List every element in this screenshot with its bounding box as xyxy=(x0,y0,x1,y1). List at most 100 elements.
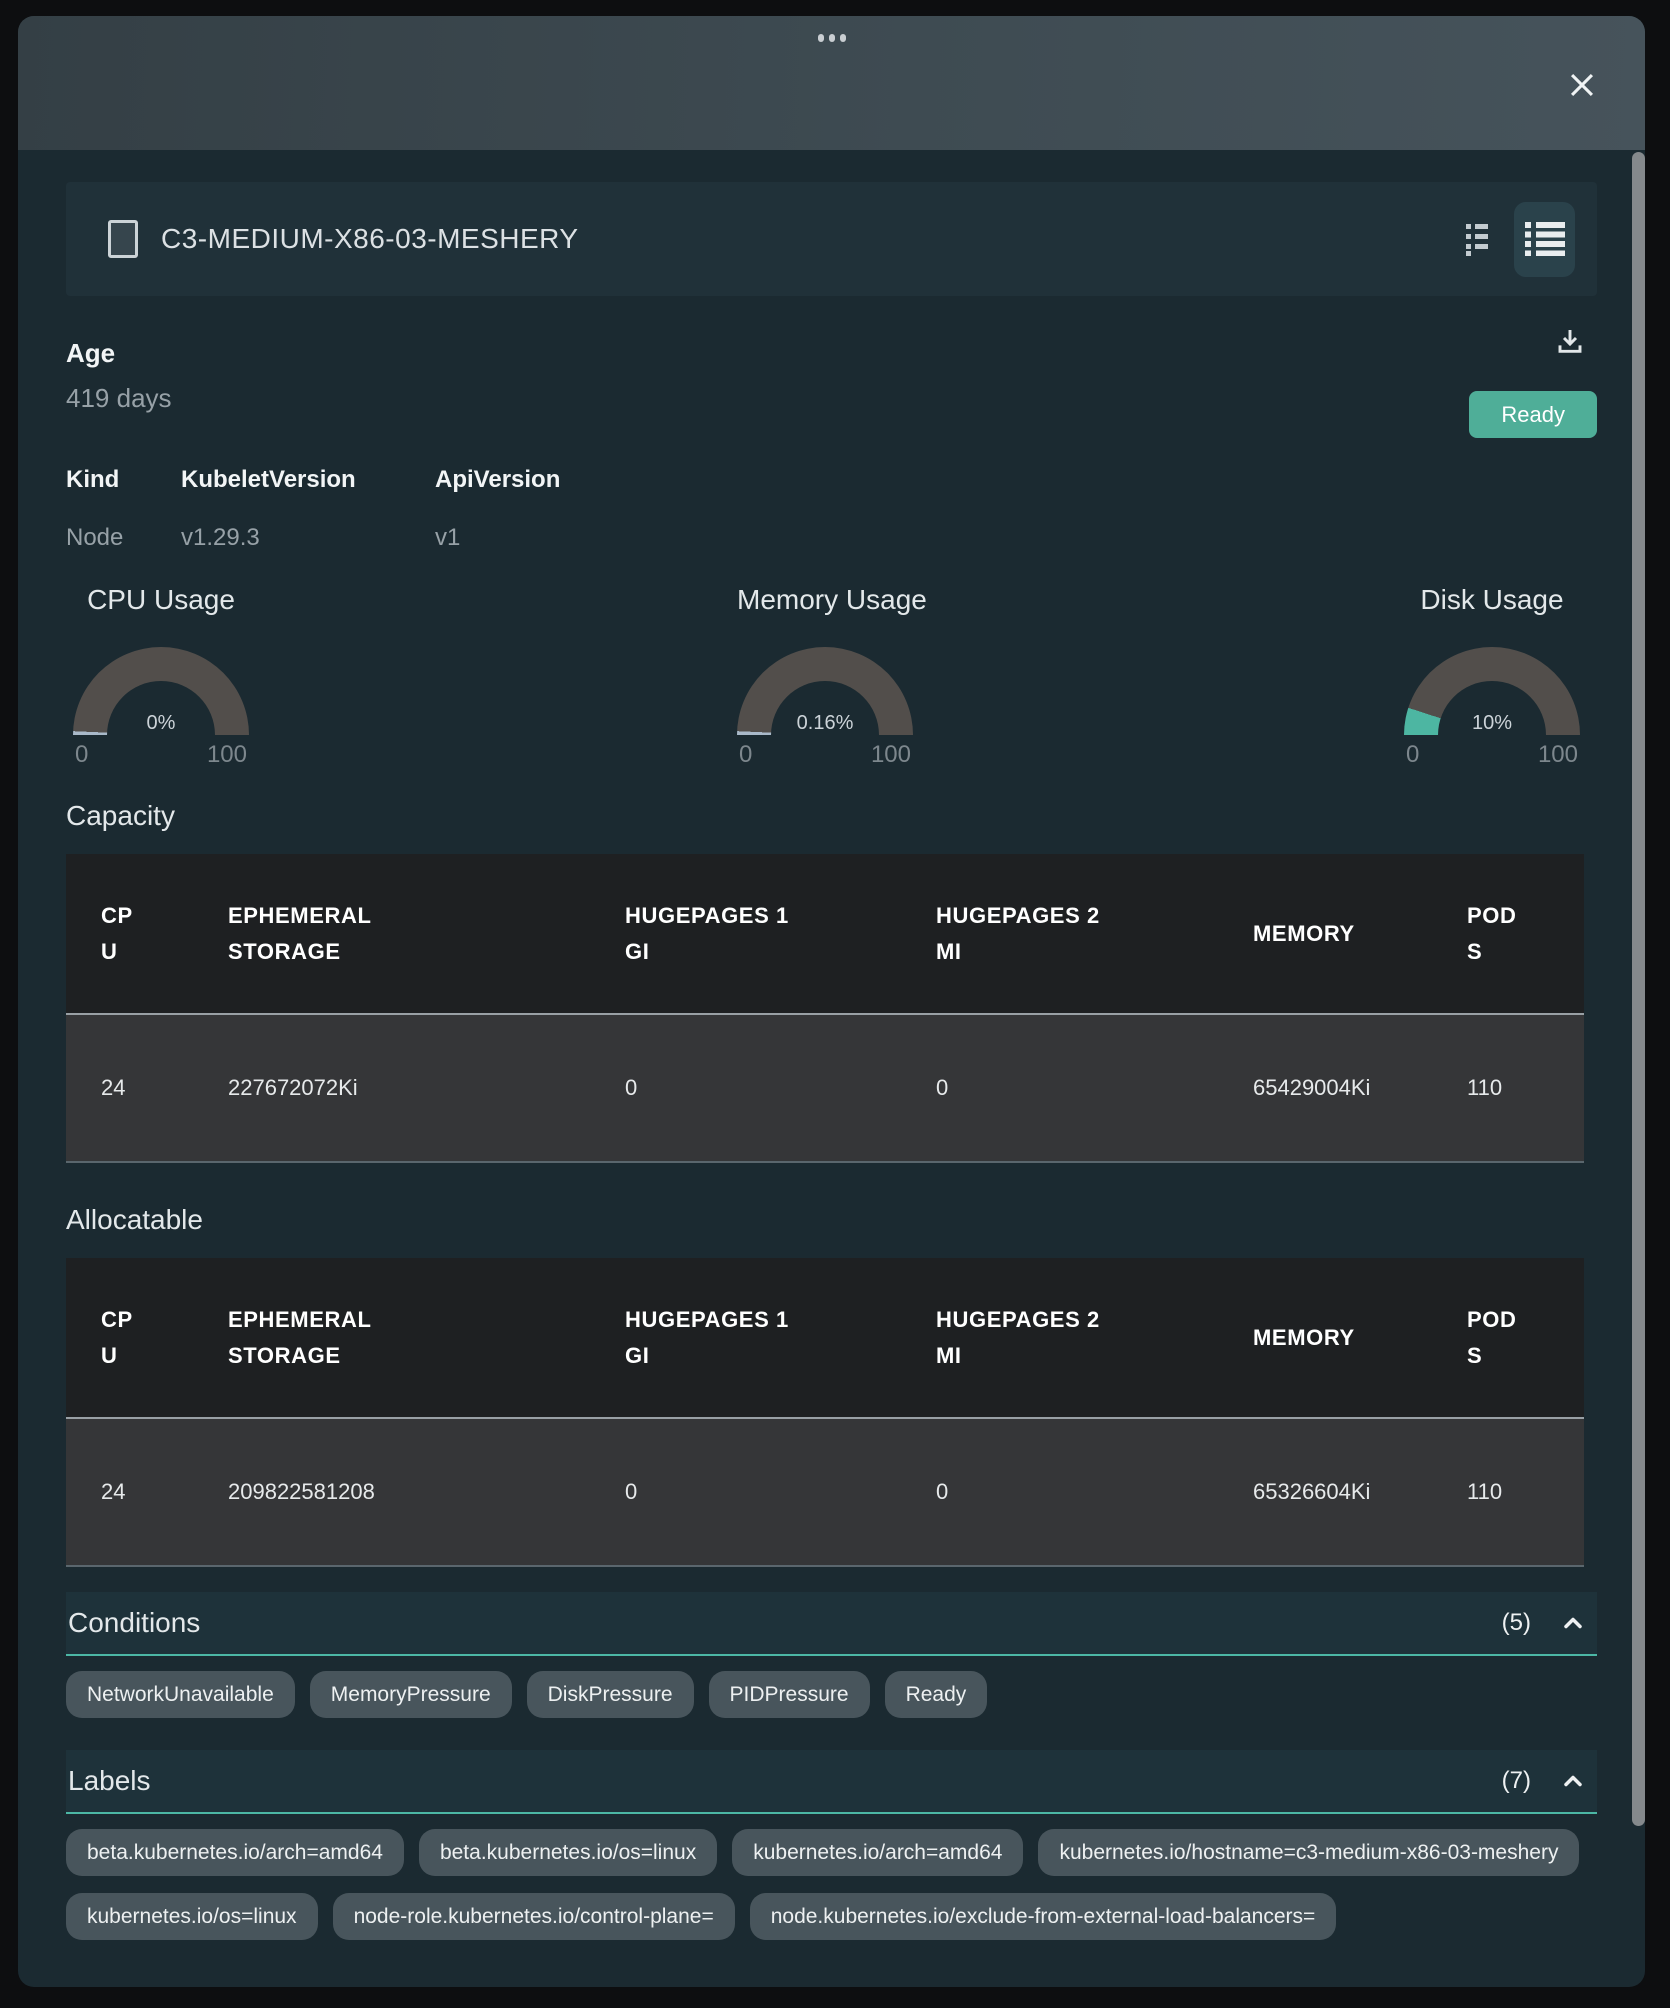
gauge-arc-chart: 0% xyxy=(73,647,249,735)
column-header: HUGEPAGES 2 MI xyxy=(901,854,1218,1014)
table-cell: 24 xyxy=(66,1014,176,1162)
column-header: PODS xyxy=(1431,854,1584,1014)
gauge: CPU Usage 0% 0 100 xyxy=(73,585,249,769)
meta-field-value: v1 xyxy=(435,524,560,552)
table-cell: 110 xyxy=(1431,1418,1584,1566)
table-cell: 0 xyxy=(591,1418,901,1566)
close-icon xyxy=(1565,68,1599,102)
label-chip[interactable]: beta.kubernetes.io/arch=amd64 xyxy=(66,1829,404,1876)
conditions-title: Conditions xyxy=(68,1607,200,1639)
table-cell: 209822581208 xyxy=(176,1418,591,1566)
condensed-view-button[interactable] xyxy=(1466,222,1490,256)
close-button[interactable] xyxy=(1565,68,1599,102)
capacity-header-row: CPUEPHEMERAL STORAGEHUGEPAGES 1 GIHUGEPA… xyxy=(66,854,1584,1014)
column-header: EPHEMERAL STORAGE xyxy=(176,1258,591,1418)
meta-field: KubeletVersion v1.29.3 xyxy=(181,466,435,552)
node-details-modal: C3-MEDIUM-X86-03-MESHERY xyxy=(18,16,1645,1987)
condensed-view-icon xyxy=(1466,222,1490,256)
allocatable-table: CPUEPHEMERAL STORAGEHUGEPAGES 1 GIHUGEPA… xyxy=(66,1258,1584,1567)
table-cell: 0 xyxy=(591,1014,901,1162)
table-cell: 65429004Ki xyxy=(1218,1014,1431,1162)
node-checkbox[interactable] xyxy=(108,220,138,258)
gauge-title: Memory Usage xyxy=(737,585,913,615)
column-header: PODS xyxy=(1431,1258,1584,1418)
labels-count: (7) xyxy=(1502,1767,1531,1795)
list-view-icon xyxy=(1525,222,1565,256)
list-view-button[interactable] xyxy=(1514,202,1575,277)
column-header: HUGEPAGES 2 MI xyxy=(901,1258,1218,1418)
scrollbar-thumb[interactable] xyxy=(1632,152,1645,1826)
column-header: MEMORY xyxy=(1218,1258,1431,1418)
condition-chip[interactable]: NetworkUnavailable xyxy=(66,1671,295,1718)
download-button[interactable] xyxy=(1554,326,1586,363)
gauge-arc-chart: 0.16% xyxy=(737,647,913,735)
condition-chip[interactable]: MemoryPressure xyxy=(310,1671,512,1718)
label-chip[interactable]: beta.kubernetes.io/os=linux xyxy=(419,1829,717,1876)
conditions-section-header[interactable]: Conditions (5) xyxy=(66,1592,1597,1656)
gauge-max: 100 xyxy=(1538,741,1578,769)
status-badge: Ready xyxy=(1469,391,1597,438)
meta-field-label: KubeletVersion xyxy=(181,466,435,494)
gauge-max: 100 xyxy=(207,741,247,769)
table-row: 242098225812080065326604Ki110 xyxy=(66,1418,1584,1566)
gauge-min: 0 xyxy=(739,741,752,769)
gauge-value: 0.16% xyxy=(737,712,913,735)
gauge-value: 0% xyxy=(73,712,249,735)
conditions-count: (5) xyxy=(1502,1609,1531,1637)
collapse-toggle[interactable] xyxy=(1559,1767,1587,1795)
table-cell: 65326604Ki xyxy=(1218,1418,1431,1566)
age-value: 419 days xyxy=(66,383,1597,414)
meta-field-label: ApiVersion xyxy=(435,466,560,494)
kind-version-row: Kind Node KubeletVersion v1.29.3 ApiVers… xyxy=(66,466,1597,552)
gauge: Disk Usage 10% 0 100 xyxy=(1404,585,1580,769)
allocatable-title: Allocatable xyxy=(66,1204,1597,1236)
labels-section-header[interactable]: Labels (7) xyxy=(66,1750,1597,1814)
gauge-min: 0 xyxy=(1406,741,1419,769)
label-chip[interactable]: kubernetes.io/arch=amd64 xyxy=(732,1829,1023,1876)
label-chip[interactable]: node-role.kubernetes.io/control-plane= xyxy=(333,1893,735,1940)
modal-header-band xyxy=(18,16,1645,150)
node-header-card: C3-MEDIUM-X86-03-MESHERY xyxy=(66,182,1597,296)
gauge-title: Disk Usage xyxy=(1404,585,1580,615)
condition-chip[interactable]: Ready xyxy=(885,1671,988,1718)
capacity-table: CPUEPHEMERAL STORAGEHUGEPAGES 1 GIHUGEPA… xyxy=(66,854,1584,1163)
label-chip[interactable]: kubernetes.io/hostname=c3-medium-x86-03-… xyxy=(1038,1829,1579,1876)
node-title: C3-MEDIUM-X86-03-MESHERY xyxy=(161,223,579,255)
condition-chip[interactable]: DiskPressure xyxy=(527,1671,694,1718)
labels-chips: beta.kubernetes.io/arch=amd64 beta.kubern… xyxy=(66,1829,1597,1940)
collapse-toggle[interactable] xyxy=(1559,1609,1587,1637)
meta-field-value: Node xyxy=(66,524,181,552)
label-chip[interactable]: kubernetes.io/os=linux xyxy=(66,1893,318,1940)
more-dots-icon[interactable] xyxy=(818,34,846,42)
download-icon xyxy=(1554,326,1586,358)
table-row: 24227672072Ki0065429004Ki110 xyxy=(66,1014,1584,1162)
column-header: HUGEPAGES 1 GI xyxy=(591,854,901,1014)
age-label: Age xyxy=(66,326,1597,369)
column-header: HUGEPAGES 1 GI xyxy=(591,1258,901,1418)
meta-field: Kind Node xyxy=(66,466,181,552)
column-header: CPU xyxy=(66,1258,176,1418)
column-header: CPU xyxy=(66,854,176,1014)
condition-chip[interactable]: PIDPressure xyxy=(709,1671,870,1718)
gauge-value: 10% xyxy=(1404,712,1580,735)
table-cell: 110 xyxy=(1431,1014,1584,1162)
gauge-title: CPU Usage xyxy=(73,585,249,615)
capacity-title: Capacity xyxy=(66,800,1597,832)
meta-field-label: Kind xyxy=(66,466,181,494)
gauge-min: 0 xyxy=(75,741,88,769)
meta-field: ApiVersion v1 xyxy=(435,466,560,552)
gauge: Memory Usage 0.16% 0 100 xyxy=(737,585,913,769)
chevron-up-icon xyxy=(1559,1609,1587,1637)
conditions-chips: NetworkUnavailable MemoryPressure DiskPres… xyxy=(66,1671,1597,1718)
age-status-row: Age 419 days Ready xyxy=(66,326,1597,438)
column-header: EPHEMERAL STORAGE xyxy=(176,854,591,1014)
table-cell: 24 xyxy=(66,1418,176,1566)
label-chip[interactable]: node.kubernetes.io/exclude-from-external… xyxy=(750,1893,1337,1940)
gauge-arc-chart: 10% xyxy=(1404,647,1580,735)
chevron-up-icon xyxy=(1559,1767,1587,1795)
column-header: MEMORY xyxy=(1218,854,1431,1014)
allocatable-header-row: CPUEPHEMERAL STORAGEHUGEPAGES 1 GIHUGEPA… xyxy=(66,1258,1584,1418)
table-cell: 0 xyxy=(901,1418,1218,1566)
usage-gauges: CPU Usage 0% 0 100 Memory Usage xyxy=(66,585,1597,767)
labels-title: Labels xyxy=(68,1765,151,1797)
